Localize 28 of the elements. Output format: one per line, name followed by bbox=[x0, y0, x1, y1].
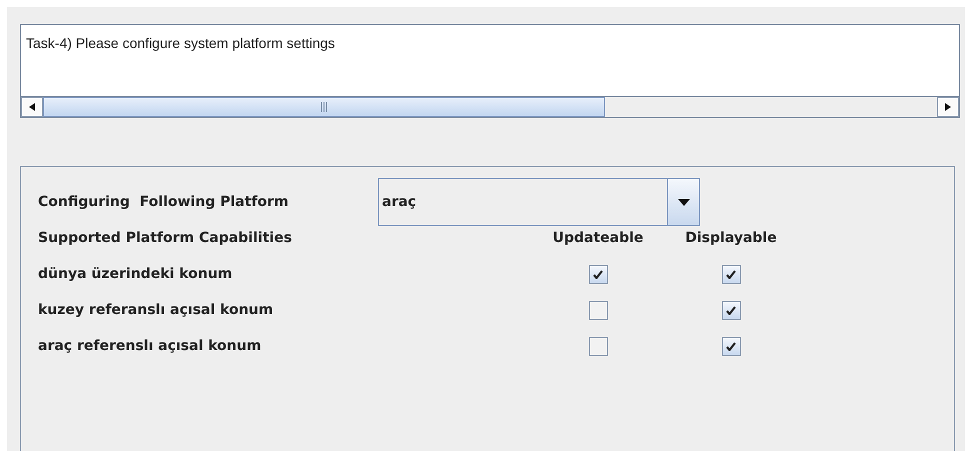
platform-label: Configuring Following Platform bbox=[38, 193, 290, 212]
capability-label: dünya üzerindeki konum bbox=[38, 266, 234, 282]
platform-dropdown[interactable]: araç bbox=[378, 178, 700, 226]
right-arrow-icon bbox=[945, 103, 951, 111]
updateable-checkbox[interactable] bbox=[588, 300, 608, 320]
dropdown-button[interactable] bbox=[668, 179, 699, 225]
check-icon bbox=[726, 270, 736, 278]
capability-label: kuzey referanslı açısal konum bbox=[38, 302, 274, 318]
capabilities-heading: Supported Platform Capabilities bbox=[38, 230, 293, 246]
check-icon bbox=[726, 306, 736, 314]
check-icon bbox=[726, 342, 736, 350]
check-icon bbox=[593, 270, 603, 278]
column-header: Updateable bbox=[552, 230, 644, 246]
caret-icon bbox=[678, 198, 690, 206]
scroll-thumb[interactable] bbox=[43, 97, 605, 117]
scroll-left-button[interactable] bbox=[21, 97, 43, 117]
updateable-checkbox[interactable] bbox=[588, 336, 608, 356]
left-arrow-icon bbox=[29, 103, 35, 111]
capability-label: araç referenslı açısal konum bbox=[38, 338, 262, 354]
horizontal-scrollbar[interactable] bbox=[21, 96, 959, 117]
grip-icon bbox=[321, 102, 327, 112]
displayable-checkbox[interactable] bbox=[722, 336, 740, 356]
updateable-checkbox[interactable] bbox=[588, 264, 608, 284]
displayable-checkbox[interactable] bbox=[722, 300, 740, 320]
displayable-checkbox[interactable] bbox=[722, 264, 740, 284]
task-text: Task-4) Please configure system platform settings bbox=[25, 34, 336, 51]
scroll-right-button[interactable] bbox=[937, 97, 959, 117]
column-header: Displayable bbox=[684, 230, 778, 246]
